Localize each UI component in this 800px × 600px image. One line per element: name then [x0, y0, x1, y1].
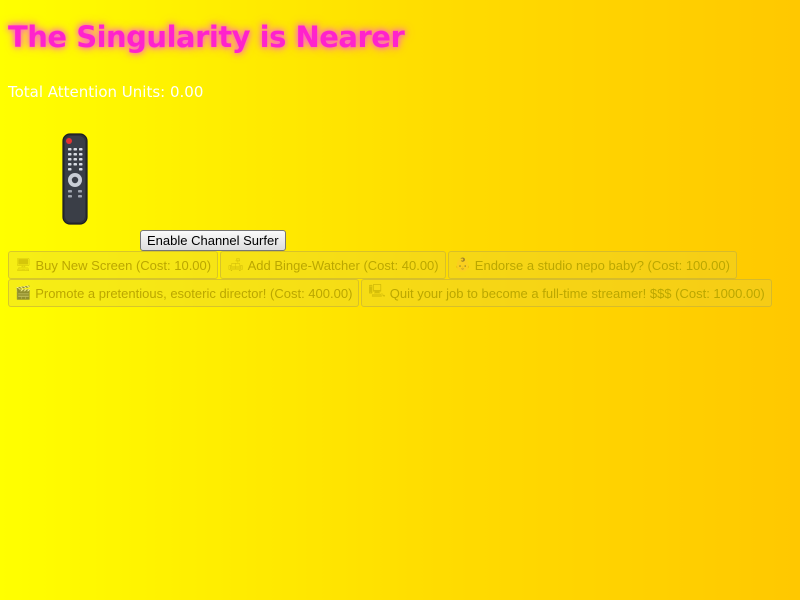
- promote-director-label: Promote a pretentious, esoteric director…: [35, 285, 353, 301]
- screen-icon: 🖥: [15, 257, 32, 272]
- attention-units-counter: Total Attention Units: 0.00: [8, 83, 204, 101]
- enable-channel-surfer-button[interactable]: Enable Channel Surfer: [140, 230, 286, 251]
- endorse-nepo-baby-button[interactable]: 👶 Endorse a studio nepo baby? (Cost: 100…: [447, 251, 737, 279]
- add-binge-watcher-button[interactable]: 🛋 Add Binge-Watcher (Cost: 40.00): [220, 251, 446, 279]
- buy-new-screen-button[interactable]: 🖥 Buy New Screen (Cost: 10.00): [8, 251, 219, 279]
- endorse-nepo-baby-label: Endorse a studio nepo baby? (Cost: 100.0…: [474, 257, 730, 273]
- upgrade-shop: 🖥 Buy New Screen (Cost: 10.00) 🛋 Add Bin…: [8, 251, 798, 307]
- clapperboard-icon: 🎬: [15, 285, 32, 300]
- tv-remote-icon[interactable]: [60, 133, 90, 225]
- baby-icon: 👶: [454, 257, 471, 272]
- person-on-couch-icon: 🛋: [227, 257, 244, 272]
- become-streamer-label: Quit your job to become a full-time stre…: [389, 285, 765, 301]
- buy-new-screen-label: Buy New Screen (Cost: 10.00): [35, 257, 212, 273]
- promote-director-button[interactable]: 🎬 Promote a pretentious, esoteric direct…: [8, 279, 360, 307]
- add-binge-watcher-label: Add Binge-Watcher (Cost: 40.00): [247, 257, 439, 273]
- shop-row: 🖥 Buy New Screen (Cost: 10.00) 🛋 Add Bin…: [8, 251, 798, 279]
- page-title: The Singularity is Nearer: [8, 20, 405, 54]
- shop-row: 🎬 Promote a pretentious, esoteric direct…: [8, 279, 798, 307]
- monitor-icon: 🖳: [368, 283, 386, 298]
- become-streamer-button[interactable]: 🖳 Quit your job to become a full-time st…: [361, 279, 772, 307]
